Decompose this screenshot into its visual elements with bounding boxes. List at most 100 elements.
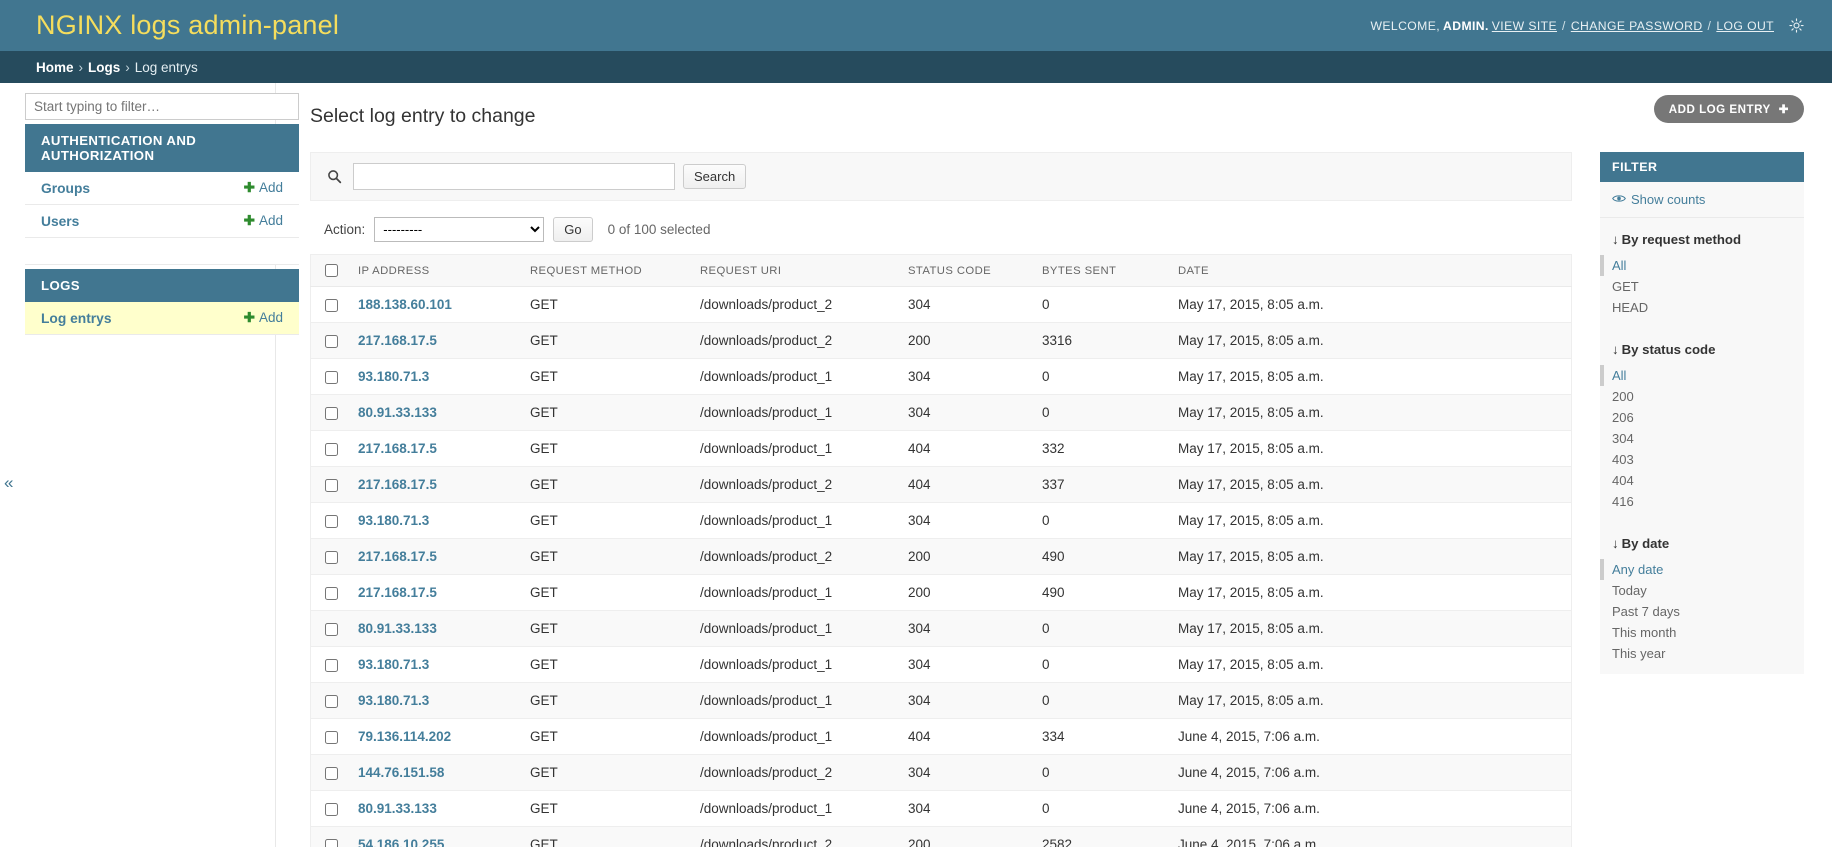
row-select-checkbox[interactable]	[325, 334, 338, 348]
sidebar-item-groups[interactable]: Groups ✚ Add	[25, 172, 299, 205]
log-entry-link[interactable]: 93.180.71.3	[358, 657, 429, 672]
action-select[interactable]: --------- Delete selected log entrys	[374, 217, 545, 242]
filter-option-link[interactable]: 206	[1612, 410, 1634, 425]
filter-option-link[interactable]: HEAD	[1612, 300, 1648, 315]
log-entry-link[interactable]: 93.180.71.3	[358, 369, 429, 384]
log-entry-link[interactable]: 217.168.17.5	[358, 585, 437, 600]
filter-option-link[interactable]: 403	[1612, 452, 1634, 467]
sidebar-item-log-entrys-label[interactable]: Log entrys	[41, 311, 112, 326]
column-header-request-method[interactable]: REQUEST METHOD	[520, 254, 690, 287]
go-button[interactable]: Go	[553, 217, 593, 242]
row-select-checkbox[interactable]	[325, 550, 338, 564]
breadcrumb-home[interactable]: Home	[36, 60, 74, 75]
app-title-auth[interactable]: AUTHENTICATION AND AUTHORIZATION	[25, 124, 299, 172]
column-header-status-code[interactable]: STATUS CODE	[898, 254, 1032, 287]
filter-option[interactable]: 404	[1600, 470, 1804, 491]
row-select-checkbox[interactable]	[325, 766, 338, 780]
app-title-logs[interactable]: LOGS	[25, 269, 299, 302]
log-entry-link[interactable]: 217.168.17.5	[358, 441, 437, 456]
search-input[interactable]	[353, 163, 675, 190]
filter-option[interactable]: Today	[1600, 580, 1804, 601]
change-password-link[interactable]: CHANGE PASSWORD	[1571, 19, 1703, 33]
cell-ip-address: 217.168.17.5	[348, 430, 520, 467]
row-select-checkbox[interactable]	[325, 802, 338, 816]
filter-option[interactable]: 200	[1600, 386, 1804, 407]
search-button[interactable]: Search	[683, 164, 747, 189]
filter-option[interactable]: Any date	[1600, 559, 1804, 580]
add-log-entry-button[interactable]: ADD LOG ENTRY ✚	[1653, 95, 1804, 123]
column-header-ip-address[interactable]: IP ADDRESS	[348, 254, 520, 287]
log-out-link[interactable]: LOG OUT	[1716, 19, 1774, 33]
log-entry-link[interactable]: 93.180.71.3	[358, 513, 429, 528]
row-select-checkbox[interactable]	[325, 478, 338, 492]
filter-option[interactable]: 416	[1600, 491, 1804, 512]
sidebar-collapse-toggle-icon[interactable]: «	[4, 473, 13, 493]
log-entry-link[interactable]: 217.168.17.5	[358, 549, 437, 564]
filter-option[interactable]: This month	[1600, 622, 1804, 643]
filter-option[interactable]: 206	[1600, 407, 1804, 428]
filter-option[interactable]: HEAD	[1600, 297, 1804, 318]
column-header-bytes-sent[interactable]: BYTES SENT	[1032, 254, 1168, 287]
filter-option[interactable]: 403	[1600, 449, 1804, 470]
log-entry-link[interactable]: 80.91.33.133	[358, 621, 437, 636]
row-select-checkbox[interactable]	[325, 406, 338, 420]
filter-option-link[interactable]: 416	[1612, 494, 1634, 509]
filter-option-link[interactable]: 404	[1612, 473, 1634, 488]
row-select-checkbox[interactable]	[325, 622, 338, 636]
filter-group-title[interactable]: ↓ By date	[1600, 522, 1804, 559]
table-body: 188.138.60.101 GET/downloads/product_2 304…	[310, 286, 1572, 847]
log-entry-link[interactable]: 80.91.33.133	[358, 801, 437, 816]
sun-icon[interactable]	[1789, 18, 1804, 33]
log-entry-link[interactable]: 54.186.10.255	[358, 837, 444, 847]
filter-option-link[interactable]: 304	[1612, 431, 1634, 446]
log-entry-link[interactable]: 217.168.17.5	[358, 333, 437, 348]
filter-option-link[interactable]: All	[1612, 258, 1626, 273]
column-header-request-uri[interactable]: REQUEST URI	[690, 254, 898, 287]
sidebar-item-users-label[interactable]: Users	[41, 214, 79, 229]
log-entry-link[interactable]: 93.180.71.3	[358, 693, 429, 708]
nav-filter-input[interactable]	[25, 93, 299, 120]
filter-option[interactable]: Past 7 days	[1600, 601, 1804, 622]
log-entry-link[interactable]: 144.76.151.58	[358, 765, 444, 780]
cell-status-code: 404	[898, 466, 1032, 503]
add-log-entry-link[interactable]: ✚ Add	[244, 310, 283, 326]
filter-option[interactable]: All	[1600, 365, 1804, 386]
row-select-checkbox[interactable]	[325, 694, 338, 708]
view-site-link[interactable]: VIEW SITE	[1492, 19, 1557, 33]
row-select-checkbox[interactable]	[325, 514, 338, 528]
filter-group-title[interactable]: ↓ By status code	[1600, 328, 1804, 365]
row-select-checkbox[interactable]	[325, 586, 338, 600]
sidebar-item-groups-label[interactable]: Groups	[41, 181, 90, 196]
breadcrumb-logs[interactable]: Logs	[88, 60, 120, 75]
log-entry-link[interactable]: 79.136.114.202	[358, 729, 451, 744]
column-header-date[interactable]: DATE	[1168, 254, 1572, 287]
row-select-checkbox[interactable]	[325, 370, 338, 384]
log-entry-link[interactable]: 217.168.17.5	[358, 477, 437, 492]
row-select-checkbox[interactable]	[325, 442, 338, 456]
log-entry-link[interactable]: 188.138.60.101	[358, 297, 452, 312]
sidebar-item-users[interactable]: Users ✚ Add	[25, 205, 299, 238]
filter-option[interactable]: GET	[1600, 276, 1804, 297]
row-select-checkbox[interactable]	[325, 658, 338, 672]
filter-option-link[interactable]: Any date	[1612, 562, 1663, 577]
filter-option-link[interactable]: Past 7 days	[1612, 604, 1680, 619]
add-users-link[interactable]: ✚ Add	[244, 213, 283, 229]
show-counts-toggle[interactable]: Show counts	[1600, 182, 1804, 218]
log-entry-link[interactable]: 80.91.33.133	[358, 405, 437, 420]
filter-option[interactable]: 304	[1600, 428, 1804, 449]
filter-option-link[interactable]: All	[1612, 368, 1626, 383]
row-select-checkbox[interactable]	[325, 730, 338, 744]
filter-option-link[interactable]: This year	[1612, 646, 1665, 661]
filter-group-title[interactable]: ↓ By request method	[1600, 218, 1804, 255]
filter-option-link[interactable]: Today	[1612, 583, 1647, 598]
filter-option-link[interactable]: 200	[1612, 389, 1634, 404]
row-select-checkbox[interactable]	[325, 838, 338, 847]
filter-option[interactable]: This year	[1600, 643, 1804, 664]
sidebar-item-log-entrys[interactable]: Log entrys ✚ Add	[25, 302, 299, 335]
add-groups-link[interactable]: ✚ Add	[244, 180, 283, 196]
filter-option-link[interactable]: This month	[1612, 625, 1676, 640]
select-all-checkbox[interactable]	[325, 264, 338, 277]
row-select-checkbox[interactable]	[325, 298, 338, 312]
filter-option[interactable]: All	[1600, 255, 1804, 276]
filter-option-link[interactable]: GET	[1612, 279, 1639, 294]
